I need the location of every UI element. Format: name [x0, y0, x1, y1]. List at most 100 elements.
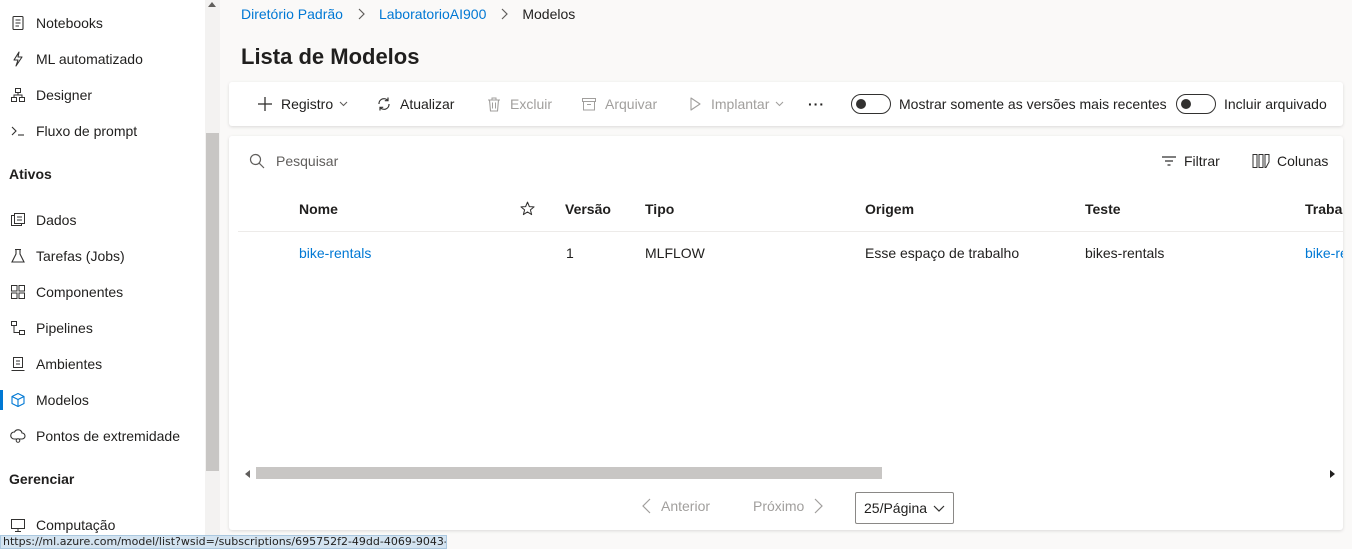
next-page-button[interactable]: Próximo — [753, 498, 824, 514]
sidebar-item-label: Fluxo de prompt — [36, 123, 138, 139]
column-header-version[interactable]: Versão — [565, 201, 611, 217]
sidebar-item-models[interactable]: Modelos — [0, 382, 205, 418]
sidebar-item-prompt-flow[interactable]: Fluxo de prompt — [0, 113, 205, 149]
plus-icon — [256, 95, 274, 113]
sidebar-item-automl[interactable]: ML automatizado — [0, 41, 205, 77]
model-name-link[interactable]: bike-rentals — [299, 245, 371, 261]
toggle-switch[interactable] — [851, 94, 891, 114]
sidebar-item-label: Tarefas (Jobs) — [36, 248, 125, 264]
chevron-right-icon — [814, 498, 824, 514]
sidebar-item-label: Designer — [36, 87, 93, 103]
sidebar-item-pipelines[interactable]: Pipelines — [0, 310, 205, 346]
status-bar-url: https://ml.azure.com/model/list?wsid=/su… — [0, 535, 447, 549]
scroll-left-arrow-icon[interactable] — [245, 470, 250, 478]
filter-button[interactable]: Filtrar — [1161, 153, 1220, 169]
prompt-flow-icon — [9, 122, 27, 140]
columns-label: Colunas — [1277, 153, 1329, 169]
model-version: 1 — [566, 245, 574, 261]
refresh-button[interactable]: Atualizar — [375, 82, 454, 126]
column-header-origin[interactable]: Origem — [865, 201, 914, 217]
toggle-include-archived[interactable]: Incluir arquivado — [1176, 82, 1327, 126]
header-divider — [238, 231, 1343, 232]
toggle-switch[interactable] — [1176, 94, 1216, 114]
filter-label: Filtrar — [1184, 153, 1220, 169]
sidebar-item-label: Modelos — [36, 392, 89, 408]
more-icon: ··· — [808, 96, 825, 112]
chevron-right-icon — [500, 8, 509, 20]
chevron-down-icon — [933, 502, 945, 514]
previous-label: Anterior — [661, 498, 711, 514]
column-header-test[interactable]: Teste — [1085, 201, 1121, 217]
deploy-label: Implantar — [711, 96, 770, 112]
breadcrumb-workspace-directory[interactable]: Diretório Padrão — [241, 6, 343, 22]
more-options-button[interactable]: ··· — [808, 82, 825, 126]
page-title: Lista de Modelos — [241, 44, 420, 69]
breadcrumb: Diretório Padrão LaboratorioAI900 Modelo… — [241, 5, 575, 23]
model-test: bikes-rentals — [1085, 245, 1165, 261]
sidebar-item-data[interactable]: Dados — [0, 202, 205, 238]
scroll-up-arrow-icon[interactable] — [208, 2, 216, 7]
command-bar: Registro Atualizar Excluir Arquivar Impl… — [229, 82, 1343, 126]
notebook-icon — [9, 14, 27, 32]
main-content: Diretório Padrão LaboratorioAI900 Modelo… — [220, 0, 1352, 549]
sidebar-item-jobs[interactable]: Tarefas (Jobs) — [0, 238, 205, 274]
register-button[interactable]: Registro — [256, 82, 348, 126]
toggle-knob — [1181, 99, 1191, 109]
search-placeholder: Pesquisar — [276, 153, 339, 169]
sidebar-item-notebooks[interactable]: Notebooks — [0, 5, 205, 41]
sidebar-item-components[interactable]: Componentes — [0, 274, 205, 310]
sidebar-item-designer[interactable]: Designer — [0, 77, 205, 113]
model-origin: Esse espaço de trabalho — [865, 245, 1020, 261]
components-icon — [9, 283, 27, 301]
toggle-latest-label: Mostrar somente as versões mais recentes — [899, 96, 1167, 112]
sidebar-item-label: ML automatizado — [36, 51, 143, 67]
toggle-latest-versions[interactable]: Mostrar somente as versões mais recentes — [851, 82, 1167, 126]
sidebar-item-label: Notebooks — [36, 15, 103, 31]
pipelines-icon — [9, 319, 27, 337]
breadcrumb-workspace[interactable]: LaboratorioAI900 — [379, 6, 486, 22]
page-size-value: 25/Página — [864, 500, 928, 516]
delete-button[interactable]: Excluir — [485, 82, 552, 126]
toggle-knob — [856, 99, 866, 109]
archive-icon — [580, 95, 598, 113]
filter-icon — [1161, 153, 1177, 169]
column-header-name[interactable]: Nome — [299, 201, 338, 217]
data-icon — [9, 211, 27, 229]
endpoints-icon — [9, 427, 27, 445]
jobs-icon — [9, 247, 27, 265]
section-title-assets: Ativos — [9, 166, 52, 182]
play-icon — [686, 95, 704, 113]
column-header-work[interactable]: Trabalh — [1305, 201, 1343, 217]
sidebar-item-endpoints[interactable]: Pontos de extremidade — [0, 418, 205, 454]
search-box[interactable]: Pesquisar — [249, 153, 338, 169]
columns-button[interactable]: Colunas — [1252, 153, 1328, 169]
trash-icon — [485, 95, 503, 113]
deploy-button[interactable]: Implantar — [686, 82, 784, 126]
page-size-dropdown[interactable]: 25/Página — [855, 492, 954, 524]
sidebar-item-label: Pontos de extremidade — [36, 428, 180, 444]
sidebar-item-environments[interactable]: Ambientes — [0, 346, 205, 382]
previous-page-button[interactable]: Anterior — [642, 498, 710, 514]
model-job-link[interactable]: bike-re — [1305, 245, 1343, 261]
next-label: Próximo — [753, 498, 805, 514]
sidebar-item-label: Componentes — [36, 284, 124, 300]
refresh-icon — [375, 95, 393, 113]
model-type: MLFLOW — [645, 245, 705, 261]
scroll-right-arrow-icon[interactable] — [1330, 470, 1335, 478]
archive-button[interactable]: Arquivar — [580, 82, 657, 126]
column-header-type[interactable]: Tipo — [645, 201, 674, 217]
designer-icon — [9, 86, 27, 104]
sidebar-item-label: Computação — [36, 517, 116, 533]
section-title-manage: Gerenciar — [9, 471, 75, 487]
sidebar-scrollbar-thumb[interactable] — [206, 133, 219, 471]
horizontal-scrollbar-thumb[interactable] — [256, 467, 882, 479]
sidebar-item-label: Pipelines — [36, 320, 93, 336]
delete-label: Excluir — [510, 96, 553, 112]
chevron-down-icon — [339, 101, 348, 107]
register-label: Registro — [281, 96, 334, 112]
models-icon — [9, 391, 27, 409]
favorite-star-icon[interactable] — [520, 201, 535, 219]
breadcrumb-current: Modelos — [522, 6, 576, 22]
archive-label: Arquivar — [605, 96, 658, 112]
compute-icon — [9, 516, 27, 534]
